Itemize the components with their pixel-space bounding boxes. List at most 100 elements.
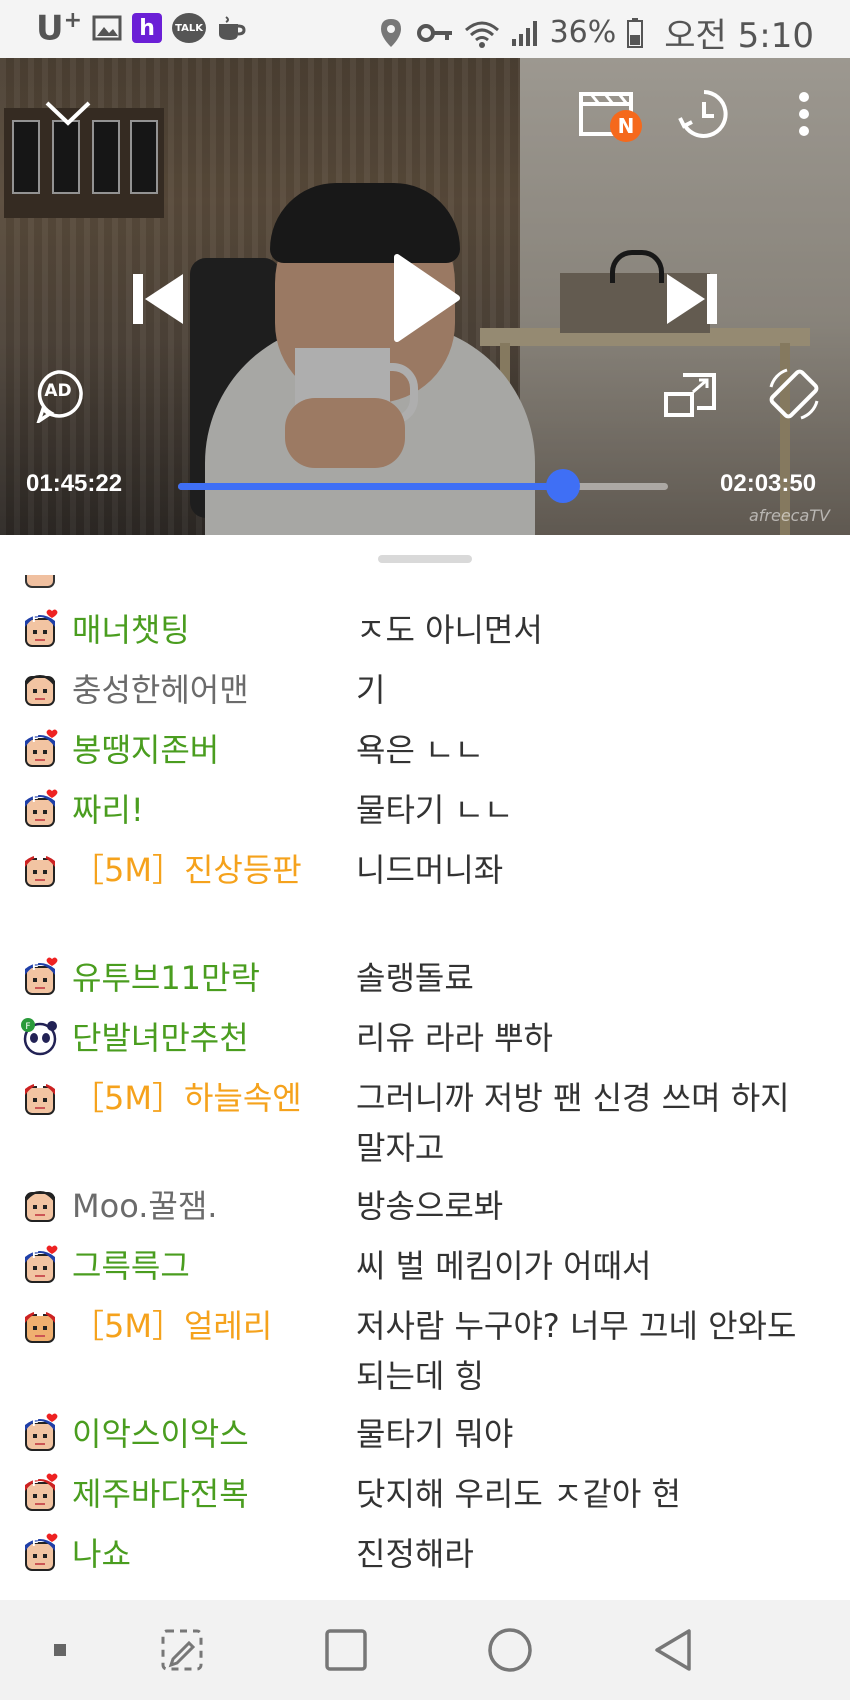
chat-message[interactable]: F 짜리! 물타기 ㄴㄴ <box>0 785 850 845</box>
chat-nickname[interactable]: 짜리! <box>72 785 302 835</box>
chat-message-text: 씨 벌 메킴이가 어때서 <box>356 1247 652 1285</box>
chat-message-text: 물타기 뭐야 <box>356 1415 514 1453</box>
battery-percent: 36% <box>549 15 617 50</box>
fan-avatar[interactable]: F <box>20 1533 60 1573</box>
audio-description-button[interactable]: AD <box>32 368 84 424</box>
default-avatar[interactable] <box>20 669 60 709</box>
chat-message[interactable]: ［5M］진상등판 니드머니좌 <box>0 845 850 953</box>
fan-avatar[interactable]: F <box>20 609 60 649</box>
svg-text:F: F <box>25 1022 30 1032</box>
nav-home-button[interactable] <box>482 1622 538 1678</box>
nav-recents-button[interactable] <box>318 1622 374 1678</box>
pip-button[interactable] <box>662 370 718 420</box>
nav-screenshot-button[interactable] <box>154 1622 210 1678</box>
chat-message[interactable]: ［5M］얼레리 저사람 누구야? 너무 끄네 안와도 되는데 힝 <box>0 1301 850 1409</box>
chat-nickname[interactable]: 충성한헤어맨 <box>72 665 302 715</box>
next-button[interactable] <box>660 264 724 334</box>
cafe-icon <box>216 13 246 43</box>
fan-avatar[interactable]: F <box>20 789 60 829</box>
nav-dot-button[interactable] <box>32 1622 88 1678</box>
picture-in-picture-icon <box>664 373 716 417</box>
avatar <box>20 575 60 591</box>
manager-avatar[interactable] <box>20 849 60 889</box>
chat-nickname[interactable]: 단발녀만추천 <box>72 1013 302 1063</box>
location-icon <box>376 18 406 48</box>
chat-message[interactable]: F 제주바다전복 닷지해 우리도 ㅈ같아 현 <box>0 1469 850 1529</box>
chat-message[interactable]: F 그륵륵그 씨 벌 메킴이가 어때서 <box>0 1241 850 1301</box>
chat-nickname[interactable]: 유투브11만락 <box>72 953 302 1003</box>
svg-text:F: F <box>32 1538 39 1549</box>
back-triangle-icon <box>655 1629 691 1671</box>
video-player[interactable]: afreecaTV N AD 01:45:22 02:03:50 <box>0 58 850 535</box>
chat-message-text: 그러니까 저방 팬 신경 쓰며 하지 말자고 <box>356 1079 790 1167</box>
svg-text:F: F <box>32 1418 39 1429</box>
fan-avatar[interactable]: F <box>20 1245 60 1285</box>
chat-nickname[interactable]: 이악스이악스 <box>72 1409 302 1459</box>
manager-avatar[interactable] <box>20 1077 60 1117</box>
fan-avatar[interactable]: F <box>20 957 60 997</box>
chat-message[interactable]: F 매너챗팅 ㅈ도 아니면서 <box>0 605 850 665</box>
fan-avatar[interactable]: F <box>20 729 60 769</box>
history-clock-icon <box>678 90 728 138</box>
play-button[interactable] <box>386 248 466 348</box>
chat-message[interactable]: Moo.꿀잼. 방송으로봐 <box>0 1181 850 1241</box>
chat-message[interactable]: 충성한헤어맨 기 <box>0 665 850 725</box>
panda-avatar[interactable]: F <box>20 1017 60 1057</box>
chat-partial-row <box>20 575 840 603</box>
chat-message-text: 리유 라라 뿌하 <box>356 1019 553 1057</box>
chat-message-text: ㅈ도 아니면서 <box>356 611 543 649</box>
svg-text:F: F <box>32 1478 39 1489</box>
chat-message-text: 저사람 누구야? 너무 끄네 안와도 되는데 힝 <box>356 1307 797 1395</box>
nav-back-button[interactable] <box>646 1622 702 1678</box>
chat-nickname[interactable]: 봉땡지존버 <box>72 725 302 775</box>
default-avatar[interactable] <box>20 1185 60 1225</box>
chat-nickname[interactable]: ［5M］진상등판 <box>72 845 302 895</box>
chat-nickname[interactable]: ［5M］하늘속엔 <box>72 1073 302 1123</box>
chat-message[interactable]: F 나쇼 진정해라 <box>0 1529 850 1589</box>
chat-message[interactable]: F 유투브11만락 솔랭돌료 <box>0 953 850 1013</box>
manager-red-avatar[interactable] <box>20 1305 60 1345</box>
svg-text:F: F <box>32 794 39 805</box>
fan-avatar[interactable]: F <box>20 1413 60 1453</box>
recents-square-icon <box>325 1629 367 1671</box>
chat-message-list: F 매너챗팅 ㅈ도 아니면서 충성한헤어맨 기 F 봉땡지존버 욕은 ㄴㄴ F 짜리! 물타기 ㄴㄴ… <box>0 605 850 1589</box>
rotate-screen-button[interactable] <box>764 364 824 424</box>
chat-message-text: 욕은 ㄴㄴ <box>356 731 484 769</box>
chat-panel[interactable]: F 매너챗팅 ㅈ도 아니면서 충성한헤어맨 기 F 봉땡지존버 욕은 ㄴㄴ F 짜리! 물타기 ㄴㄴ… <box>0 535 850 1600</box>
chat-message[interactable]: F 단발녀만추천 리유 라라 뿌하 <box>0 1013 850 1073</box>
seek-bar[interactable] <box>178 469 668 503</box>
chat-message-text: 기 <box>356 671 386 709</box>
play-icon <box>394 254 460 342</box>
chat-message-text: 솔랭돌료 <box>356 959 474 997</box>
chat-message-text: 방송으로봐 <box>356 1187 504 1225</box>
seek-bar-thumb[interactable] <box>545 469 580 503</box>
wifi-icon <box>464 18 500 48</box>
fan-red-avatar[interactable]: F <box>20 1473 60 1513</box>
carrier-text: U <box>36 8 64 49</box>
carrier-label: U+ <box>36 8 82 48</box>
chat-nickname[interactable]: 그륵륵그 <box>72 1241 302 1291</box>
chat-nickname[interactable]: 나쇼 <box>72 1529 302 1579</box>
chat-message[interactable]: F 이악스이악스 물타기 뭐야 <box>0 1409 850 1469</box>
vod-list-button[interactable]: N <box>572 86 642 142</box>
chat-nickname[interactable]: ［5M］얼레리 <box>72 1301 302 1351</box>
ad-label: AD <box>44 381 72 401</box>
more-vertical-icon <box>799 92 809 136</box>
more-options-button[interactable] <box>786 86 822 142</box>
chat-nickname[interactable]: Moo.꿀잼. <box>72 1181 302 1231</box>
chat-drag-handle[interactable] <box>378 555 472 563</box>
h-app-icon: h <box>132 13 163 44</box>
playback-history-button[interactable] <box>676 86 732 142</box>
small-square-icon <box>54 1644 66 1656</box>
chat-nickname[interactable]: 매너챗팅 <box>72 605 302 655</box>
previous-button[interactable] <box>126 264 190 334</box>
chat-message[interactable]: F 봉땡지존버 욕은 ㄴㄴ <box>0 725 850 785</box>
svg-text:F: F <box>32 734 39 745</box>
chat-message[interactable]: ［5M］하늘속엔 그러니까 저방 팬 신경 쓰며 하지 말자고 <box>0 1073 850 1181</box>
minimize-button[interactable] <box>40 92 96 132</box>
svg-text:F: F <box>32 1250 39 1261</box>
chat-message-text: 니드머니좌 <box>356 851 504 889</box>
chat-nickname[interactable]: 제주바다전복 <box>72 1469 302 1519</box>
status-left-icons: U+ h TALK <box>36 8 246 48</box>
total-time: 02:03:50 <box>720 470 817 497</box>
